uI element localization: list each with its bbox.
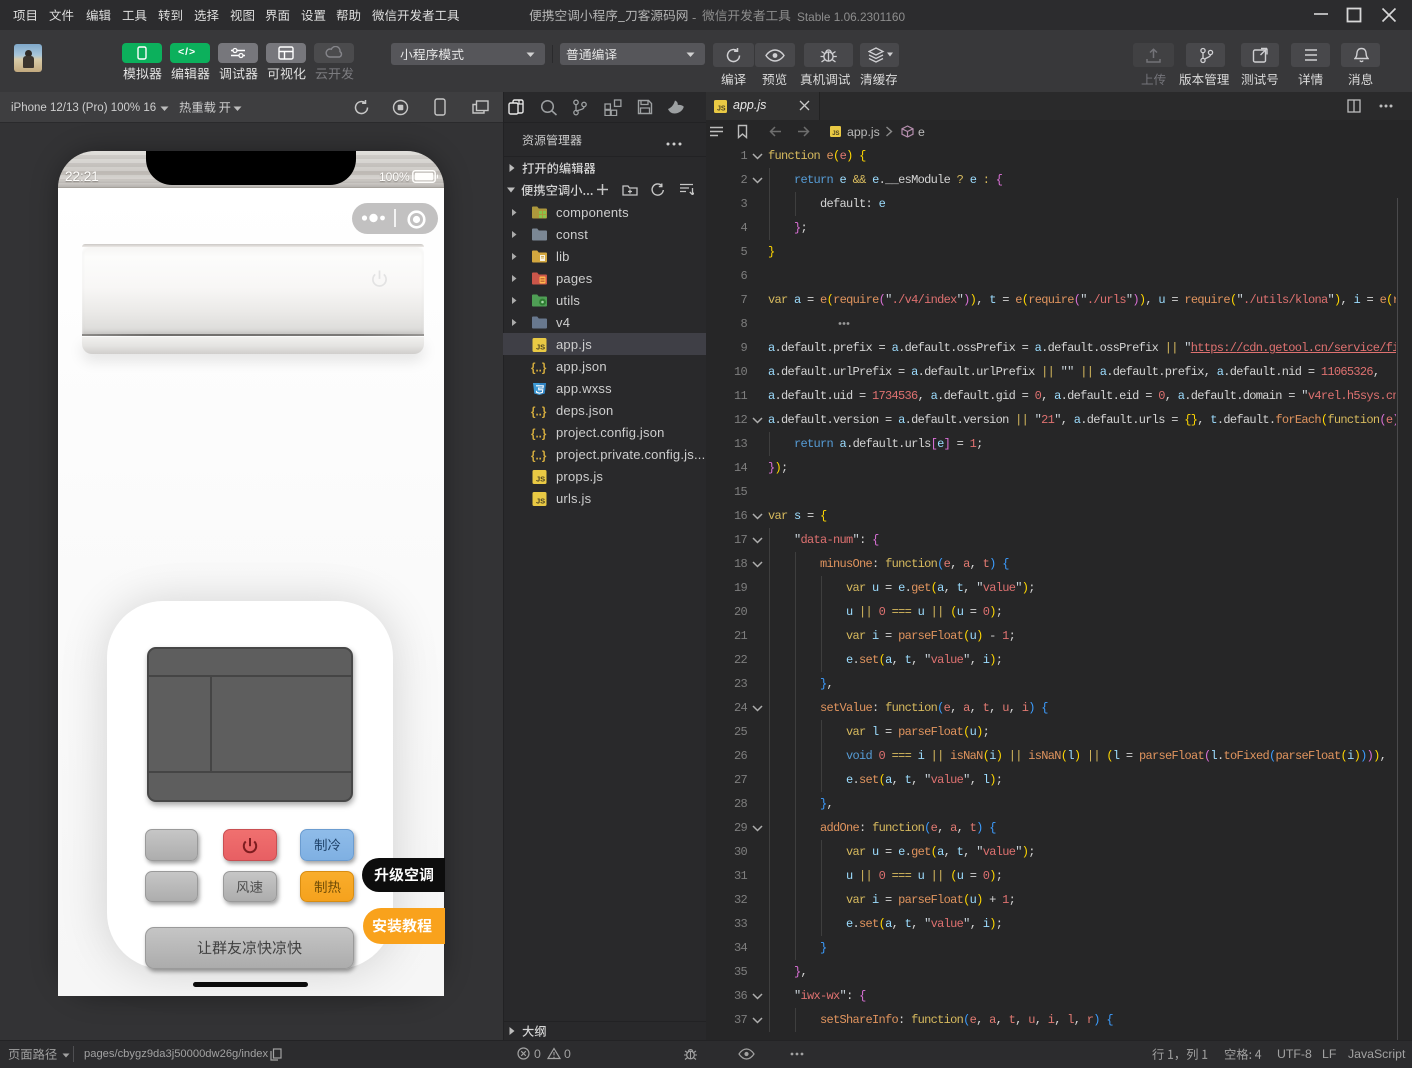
svg-text:{..}: {..} xyxy=(531,407,547,419)
svg-text:{..}: {..} xyxy=(531,363,547,375)
svg-text:JS: JS xyxy=(536,497,545,506)
svg-text:{..}: {..} xyxy=(531,451,547,463)
svg-text:JS: JS xyxy=(536,343,545,352)
svg-text:{..}: {..} xyxy=(531,429,547,441)
svg-text:JS: JS xyxy=(832,131,839,137)
svg-text:JS: JS xyxy=(536,475,545,484)
svg-text:JS: JS xyxy=(717,106,726,113)
